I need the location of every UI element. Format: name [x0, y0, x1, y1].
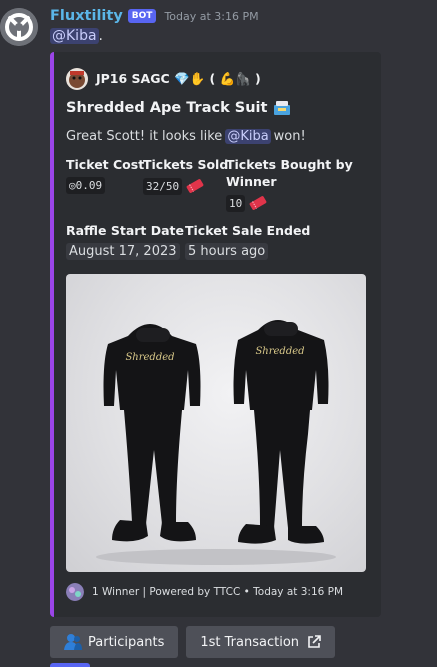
tickets-sold-value: 32/50: [143, 177, 183, 195]
mention-suffix: .: [98, 28, 103, 44]
author-name[interactable]: JP16 SAGC 💎✋ ( 💪🦍 ): [96, 71, 261, 87]
field-name: Ticket Sale Ended: [185, 223, 311, 238]
embed-title: Shredded Ape Track Suit: [66, 100, 291, 116]
field-raffle-start: Raffle Start Date August 17, 2023: [66, 222, 184, 260]
tickets-bought-value: 10: [226, 194, 246, 212]
tracksuit-logo-right: Shredded: [255, 346, 304, 357]
embed-footer: 1 Winner | Powered by TTCC • Today at 3:…: [66, 583, 343, 601]
description-prefix: Great Scott! it looks like: [66, 129, 223, 144]
bot-badge: BOT: [127, 9, 157, 23]
field-name: Tickets Sold: [143, 157, 229, 172]
embed-title-text: Shredded Ape Track Suit: [66, 100, 268, 116]
fluxtility-logo-icon: [0, 8, 38, 46]
package-icon: [273, 100, 291, 116]
field-ticket-sale: Ticket Sale Ended 5 hours ago: [185, 222, 310, 260]
embed-author: JP16 SAGC 💎✋ ( 💪🦍 ): [66, 68, 261, 90]
embed-image[interactable]: Shredded Shredded: [66, 274, 366, 572]
raffle-embed: JP16 SAGC 💎✋ ( 💪🦍 ) Shredded Ape Track S…: [50, 52, 381, 617]
field-name: Raffle Start Date: [66, 223, 185, 238]
ticket-sale-value: 5 hours ago: [185, 243, 269, 260]
first-transaction-button[interactable]: 1st Transaction: [186, 626, 336, 658]
ttcc-logo-icon: [66, 583, 84, 601]
field-name: Tickets Bought by Winner: [226, 157, 353, 189]
winner-mention[interactable]: @Kiba: [225, 129, 271, 144]
participants-label: Participants: [88, 634, 165, 650]
field-name: Ticket Cost: [66, 157, 145, 172]
field-tickets-bought: Tickets Bought by Winner 10: [226, 156, 376, 212]
bot-avatar[interactable]: [0, 8, 38, 46]
user-mention[interactable]: @Kiba: [50, 28, 99, 44]
first-transaction-label: 1st Transaction: [200, 634, 300, 650]
field-tickets-sold: Tickets Sold 32/50: [143, 156, 228, 195]
bot-message: Fluxtility BOT Today at 3:16 PM @Kiba . …: [0, 0, 437, 667]
tracksuit-logo-left: Shredded: [125, 352, 174, 363]
field-ticket-cost: Ticket Cost ◎0.09: [66, 156, 144, 194]
participants-icon: [64, 633, 82, 651]
action-row: Participants 1st Transaction: [50, 626, 336, 658]
ticket-cost-value: ◎0.09: [66, 177, 106, 194]
message-content: @Kiba .: [50, 28, 103, 44]
next-message-peek: [50, 663, 90, 667]
message-header: Fluxtility BOT Today at 3:16 PM: [50, 6, 259, 26]
author-avatar: [66, 68, 88, 90]
ticket-icon: [185, 177, 205, 195]
message-timestamp[interactable]: Today at 3:16 PM: [164, 10, 258, 23]
participants-button[interactable]: Participants: [50, 626, 179, 658]
tracksuit-image: Shredded Shredded: [96, 320, 336, 565]
description-suffix: won!: [273, 129, 306, 144]
external-link-icon: [307, 635, 321, 649]
footer-text: 1 Winner | Powered by TTCC • Today at 3:…: [92, 586, 344, 598]
username[interactable]: Fluxtility: [50, 8, 123, 24]
raffle-start-value: August 17, 2023: [66, 243, 180, 260]
ticket-icon: [248, 194, 268, 212]
embed-description: Great Scott! it looks like @Kiba won!: [66, 129, 306, 144]
